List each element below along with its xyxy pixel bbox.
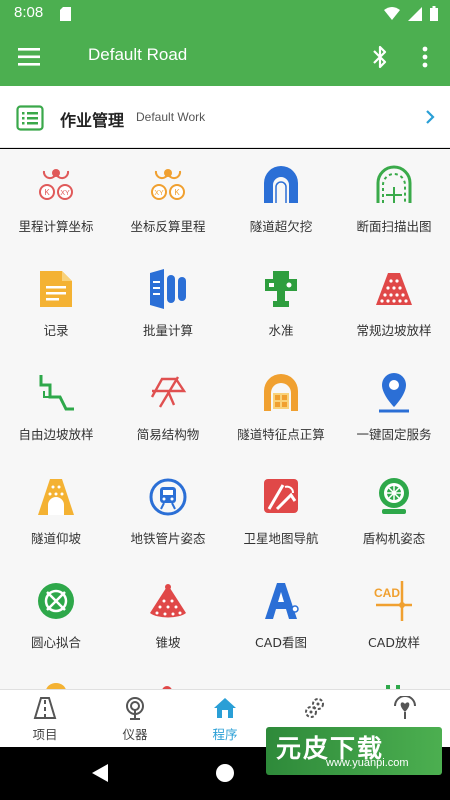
service-icon bbox=[394, 696, 416, 719]
program-tunnel-slope[interactable]: 隧道仰坡 bbox=[0, 461, 112, 565]
subway-segment-icon bbox=[149, 478, 187, 516]
nav-item-instrument[interactable]: 仪器 bbox=[90, 690, 180, 748]
svg-text:XY: XY bbox=[154, 190, 164, 197]
program-label: 隧道超欠挖 bbox=[249, 219, 313, 234]
program-circle-fit[interactable]: 圆心拟合 bbox=[0, 565, 112, 669]
tunnel-feature-icon bbox=[264, 374, 298, 411]
program-label: 断面扫描出图 bbox=[356, 219, 432, 234]
program-label: 卫星地图导航 bbox=[243, 531, 319, 546]
program-subway-segment[interactable]: 地铁管片姿态 bbox=[112, 461, 224, 565]
menu-icon[interactable] bbox=[18, 46, 42, 68]
chevron-right-icon[interactable] bbox=[424, 108, 436, 126]
home-icon[interactable] bbox=[216, 764, 234, 782]
program-slope-stakeout[interactable]: 常规边坡放样 bbox=[338, 253, 450, 357]
wifi-icon bbox=[384, 6, 400, 20]
cone-slope-icon bbox=[150, 584, 186, 618]
program-coord-to-mileage[interactable]: XY K 坐标反算里程 bbox=[112, 149, 224, 253]
program-simple-structure[interactable]: 简易结构物 bbox=[112, 357, 224, 461]
battery-icon bbox=[430, 6, 438, 21]
program-label: 水准 bbox=[268, 323, 294, 338]
shield-machine-icon bbox=[379, 478, 409, 514]
work-management-bar[interactable]: 作业管理 Default Work bbox=[0, 86, 450, 148]
program-label: 常规边坡放样 bbox=[356, 323, 432, 338]
program-label: 一键固定服务 bbox=[356, 427, 432, 442]
program-one-key-fix[interactable]: 一键固定服务 bbox=[338, 357, 450, 461]
nav-label: 项目 bbox=[32, 727, 58, 742]
nav-item-program[interactable]: 程序 bbox=[180, 690, 270, 748]
list-icon bbox=[16, 105, 44, 131]
program-label: CAD放样 bbox=[368, 635, 420, 650]
work-title: 作业管理 bbox=[60, 111, 125, 130]
program-mileage-to-coord[interactable]: K XY 里程计算坐标 bbox=[0, 149, 112, 253]
program-batch-calc[interactable]: 批量计算 bbox=[112, 253, 224, 357]
program-tunnel-feature[interactable]: 隧道特征点正算 bbox=[225, 357, 337, 461]
program-label: 锥坡 bbox=[155, 635, 181, 650]
status-time: 8:08 bbox=[14, 4, 44, 21]
mileage-to-coord-icon: K XY bbox=[39, 169, 73, 200]
gears-tools-icon bbox=[305, 698, 324, 718]
program-label: 简易结构物 bbox=[136, 427, 200, 442]
circle-fit-icon bbox=[38, 583, 74, 619]
program-label: 自由边坡放样 bbox=[18, 427, 94, 442]
nav-label: 程序 bbox=[212, 727, 238, 742]
signal-icon bbox=[408, 6, 422, 21]
program-leveling[interactable]: 水准 bbox=[225, 253, 337, 357]
simple-structure-icon bbox=[150, 376, 187, 408]
coord-to-mileage-icon: XY K bbox=[151, 169, 185, 200]
tunnel-overbreak-icon bbox=[264, 166, 298, 203]
section-scan-icon bbox=[376, 165, 412, 203]
work-subtitle: Default Work bbox=[136, 110, 206, 124]
instrument-icon bbox=[126, 697, 144, 720]
location-pin-icon bbox=[379, 373, 409, 413]
program-satellite-map[interactable]: 卫星地图导航 bbox=[225, 461, 337, 565]
more-vert-icon[interactable] bbox=[418, 44, 432, 70]
watermark-logo: 元皮下载 www.yuanpi.com bbox=[266, 727, 442, 775]
program-section-scan[interactable]: 断面扫描出图 bbox=[338, 149, 450, 253]
program-cone-slope[interactable]: 锥坡 bbox=[112, 565, 224, 669]
program-label: 盾构机姿态 bbox=[362, 531, 426, 546]
record-icon bbox=[40, 271, 72, 307]
svg-text:CAD: CAD bbox=[374, 586, 400, 600]
app-bar: Default Road bbox=[0, 28, 450, 86]
home-program-icon bbox=[214, 698, 236, 718]
program-record[interactable]: 记录 bbox=[0, 253, 112, 357]
program-cad-view[interactable]: CAD看图 bbox=[225, 565, 337, 669]
bluetooth-icon[interactable] bbox=[370, 44, 390, 70]
program-free-slope[interactable]: 自由边坡放样 bbox=[0, 357, 112, 461]
svg-text:K: K bbox=[174, 188, 180, 197]
tunnel-slope-icon bbox=[38, 479, 74, 515]
cad-stakeout-icon: CAD bbox=[374, 581, 412, 621]
program-label: 批量计算 bbox=[142, 323, 193, 338]
program-tunnel-overbreak[interactable]: 隧道超欠挖 bbox=[225, 149, 337, 253]
slope-stakeout-icon bbox=[376, 273, 412, 305]
road-project-icon bbox=[33, 697, 57, 719]
satellite-map-icon bbox=[264, 479, 298, 513]
program-label: 隧道仰坡 bbox=[30, 531, 81, 546]
sd-card-icon bbox=[60, 7, 71, 21]
program-label: 地铁管片姿态 bbox=[130, 531, 206, 546]
cad-view-icon bbox=[265, 583, 299, 619]
batch-calc-icon bbox=[150, 269, 186, 309]
program-grid: K XY 里程计算坐标 XY K 坐标反算里程 隧道超欠挖 断面扫描出图 记录 … bbox=[0, 149, 450, 689]
program-shield-machine[interactable]: 盾构机姿态 bbox=[338, 461, 450, 565]
status-bar: 8:08 bbox=[0, 0, 450, 28]
nav-item-project[interactable]: 项目 bbox=[0, 690, 90, 748]
program-cad-stakeout[interactable]: CAD CAD放样 bbox=[338, 565, 450, 669]
program-label: 圆心拟合 bbox=[30, 635, 81, 650]
program-label: 隧道特征点正算 bbox=[237, 427, 325, 442]
svg-text:XY: XY bbox=[60, 190, 70, 197]
watermark-url: www.yuanpi.com bbox=[326, 757, 409, 769]
app-title: Default Road bbox=[88, 45, 188, 64]
back-icon[interactable] bbox=[92, 764, 108, 782]
program-label: 里程计算坐标 bbox=[18, 219, 94, 234]
free-slope-icon bbox=[39, 375, 74, 411]
program-label: 坐标反算里程 bbox=[130, 219, 206, 234]
program-label: 记录 bbox=[43, 323, 69, 338]
nav-label: 仪器 bbox=[122, 727, 148, 742]
leveling-icon bbox=[265, 271, 297, 307]
program-label: CAD看图 bbox=[255, 635, 307, 650]
svg-text:K: K bbox=[44, 188, 50, 197]
